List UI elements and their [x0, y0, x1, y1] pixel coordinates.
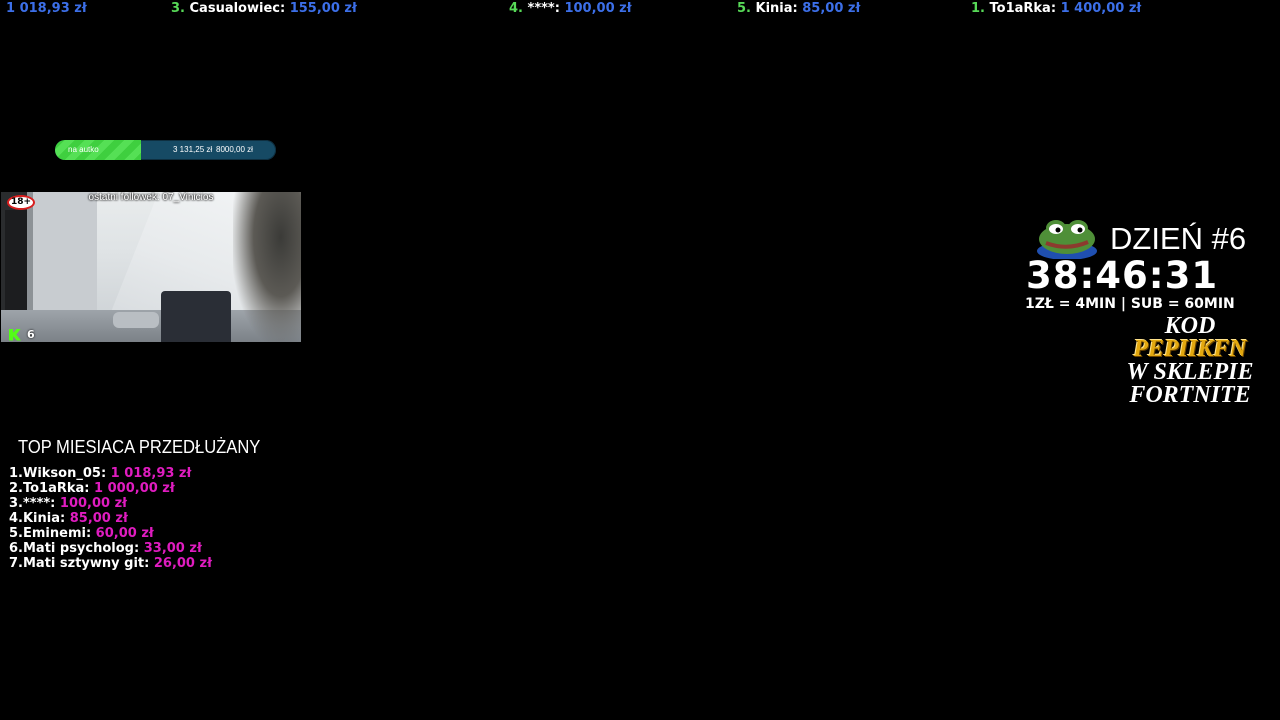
top-entry-amount: 26,00 zł — [153, 556, 212, 571]
ticker-rank: 3. — [171, 1, 185, 16]
top-month-entry: 5.Eminemi: 60,00 zł — [9, 526, 212, 541]
marathon-day: DZIEŃ #6 — [1110, 221, 1247, 256]
webcam-scene-blur — [233, 192, 301, 342]
creator-code-promo: KOD PEPIIKFN W SKLEPIE FORTNITE — [1092, 313, 1280, 408]
ticker-name: To1aRka: — [989, 1, 1057, 16]
ticker-amount: 100,00 zł — [564, 1, 632, 16]
promo-line-shop: W SKLEPIE — [1126, 359, 1254, 385]
top-entry-name: To1aRka: — [22, 481, 90, 496]
top-entry-rank: 4. — [9, 511, 23, 526]
viewer-counter: 6 — [9, 328, 35, 341]
subathon-timer: 38:46:31 — [1026, 254, 1219, 297]
ticker-amount: 1 400,00 zł — [1060, 1, 1142, 16]
ticker-entry: 3. Casualowiec: 155,00 zł — [171, 0, 357, 18]
viewer-count: 6 — [27, 328, 35, 341]
ticker-amount: 1 018,93 zł — [6, 1, 87, 16]
timer-rate-info: 1ZŁ = 4MIN | SUB = 60MIN — [1025, 296, 1235, 312]
ticker-name: ****: — [527, 1, 560, 16]
ticker-name: Kinia: — [755, 1, 798, 16]
goal-target-amount: 8000,00 zł — [216, 145, 253, 154]
top-entry-rank: 2. — [9, 481, 23, 496]
top-entry-name: Mati psycholog: — [22, 541, 140, 556]
top-month-entry: 2.To1aRka: 1 000,00 zł — [9, 481, 212, 496]
promo-line-fortnite: FORTNITE — [1129, 382, 1251, 408]
top-entry-amount: 1 000,00 zł — [94, 481, 175, 496]
pepe-frog-icon — [1037, 220, 1097, 259]
ticker-entry: 5. Kinia: 85,00 zł — [737, 0, 860, 18]
promo-line-kod: KOD — [1164, 313, 1216, 339]
top-entry-name: Eminemi: — [22, 526, 92, 541]
top-month-entry: 1.Wikson_05: 1 018,93 zł — [9, 466, 212, 481]
promo-creator-code: PEPIIKFN — [1133, 336, 1247, 362]
top-entry-amount: 1 018,93 zł — [110, 466, 192, 481]
webcam-scene-chair — [161, 291, 231, 342]
top-entry-rank: 6. — [9, 541, 23, 556]
top-entry-rank: 5. — [9, 526, 23, 541]
donation-ticker: 1 018,93 zł 3. Casualowiec: 155,00 zł 4.… — [0, 0, 1280, 18]
top-entry-name: Mati sztywny git: — [22, 556, 150, 571]
top-month-entry: 7.Mati sztywny git: 26,00 zł — [9, 556, 212, 571]
top-entry-name: Wikson_05: — [22, 466, 107, 481]
ticker-amount: 85,00 zł — [802, 1, 861, 16]
goal-current-amount: 3 131,25 zł — [173, 145, 213, 154]
kick-logo-icon — [9, 328, 21, 341]
donation-goal-bar: na autko 3 131,25 zł 8000,00 zł — [55, 140, 276, 160]
top-entry-rank: 3. — [9, 496, 23, 511]
webcam-feed: ostatni followek: 07_Vinicios 18+ 6 — [1, 192, 301, 342]
top-entry-rank: 7. — [9, 556, 23, 571]
ticker-entry: 1. To1aRka: 1 400,00 zł — [971, 0, 1141, 18]
ticker-entry: 4. ****: 100,00 zł — [509, 0, 632, 18]
ticker-name: Casualowiec: — [189, 1, 286, 16]
top-entry-amount: 33,00 zł — [143, 541, 202, 556]
top-month-title: TOP MIESIACA PRZEDŁUŻANY — [18, 437, 261, 457]
top-month-entry: 3.****: 100,00 zł — [9, 496, 212, 511]
top-entry-name: ****: — [22, 496, 56, 511]
goal-label: na autko — [68, 145, 99, 154]
ticker-amount: 155,00 zł — [289, 1, 357, 16]
ticker-rank: 4. — [509, 1, 523, 16]
last-follower-text: ostatni followek: 07_Vinicios — [88, 192, 214, 203]
ticker-rank: 1. — [971, 1, 985, 16]
top-month-entry: 6.Mati psycholog: 33,00 zł — [9, 541, 212, 556]
top-entry-amount: 85,00 zł — [69, 511, 128, 526]
ticker-rank: 5. — [737, 1, 751, 16]
top-month-list: 1.Wikson_05: 1 018,93 zł 2.To1aRka: 1 000… — [9, 466, 212, 571]
top-entry-rank: 1. — [9, 466, 23, 481]
top-entry-amount: 100,00 zł — [59, 496, 128, 511]
age-restriction-badge: 18+ — [7, 195, 35, 210]
top-entry-name: Kinia: — [22, 511, 66, 526]
ticker-entry: 1 018,93 zł — [6, 0, 87, 18]
top-month-entry: 4.Kinia: 85,00 zł — [9, 511, 212, 526]
top-entry-amount: 60,00 zł — [95, 526, 154, 541]
webcam-scene-pillow — [113, 312, 159, 328]
